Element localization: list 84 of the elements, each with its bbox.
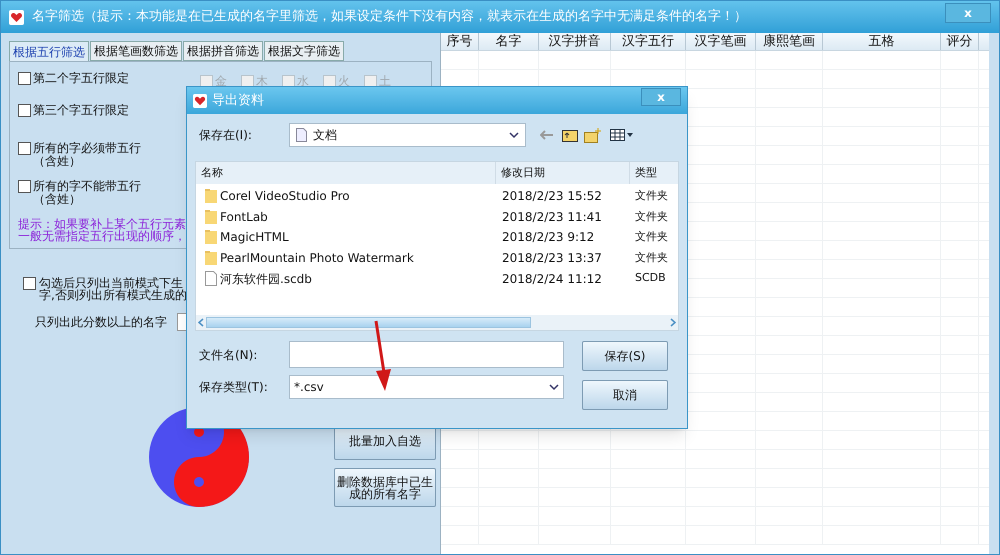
file-name: Corel VideoStudio Pro — [220, 188, 350, 206]
score-label: 只列出此分数以上的名字 — [35, 314, 167, 331]
cancel-button[interactable]: 取消 — [582, 380, 668, 410]
file-row[interactable]: 河东软件园.scdb 2018/2/24 11:12 SCDB — [196, 268, 678, 289]
file-date: 2018/2/23 9:12 — [501, 229, 596, 246]
window-title: 名字筛选（提示：本功能是在已生成的名字里筛选，如果设定条件下没有内容，就表示在生成的名字中无满足条件的名字！） — [32, 8, 747, 26]
save-in-label: 保存在(I): — [199, 127, 253, 144]
file-type: 文件夹 — [634, 188, 669, 204]
filetype-dropdown[interactable]: *.csv — [289, 375, 564, 399]
checkbox-label: 第三个字五行限定 — [33, 104, 130, 117]
checkbox[interactable] — [23, 277, 36, 290]
new-folder-icon[interactable] — [584, 128, 602, 142]
folder-icon — [205, 251, 217, 266]
scroll-right-icon[interactable] — [670, 318, 676, 327]
save-in-dropdown[interactable]: 文档 — [289, 123, 526, 147]
file-type: 文件夹 — [634, 208, 669, 225]
checkbox[interactable] — [18, 142, 31, 155]
file-type: 文件夹 — [634, 250, 669, 266]
checkbox-label: 所有的字不能带五行（含姓） — [33, 180, 142, 206]
file-row[interactable]: FontLab 2018/2/23 11:41 文件夹 — [196, 206, 678, 228]
document-icon — [296, 128, 307, 142]
view-menu-icon[interactable] — [610, 129, 634, 141]
tab[interactable]: 根据拼音筛选 — [183, 41, 263, 61]
tab[interactable]: 根据笔画数筛选 — [90, 41, 182, 61]
column-header[interactable]: 康熙笔画 — [756, 33, 824, 50]
filename-field[interactable] — [289, 341, 564, 368]
tip-text: 提示：如果要补上某个五行元素 — [18, 218, 186, 230]
column-header[interactable]: 汉字五行 — [611, 33, 686, 50]
file-row[interactable]: MagicHTML 2018/2/23 9:12 文件夹 — [196, 227, 678, 248]
column-header[interactable]: 汉字笔画 — [686, 33, 756, 50]
checkbox-label: 勾选后只列出当前模式下生 — [39, 277, 183, 289]
tab[interactable]: 根据文字筛选 — [264, 41, 344, 61]
file-date: 2018/2/24 11:12 — [501, 270, 603, 288]
element-label: 火 — [338, 73, 350, 90]
folder-icon — [205, 230, 217, 244]
column-header[interactable]: 修改日期 — [496, 162, 630, 184]
checkbox[interactable] — [18, 180, 31, 193]
file-name: FontLab — [220, 208, 268, 226]
element-label: 金 — [215, 73, 227, 90]
folder-up-icon[interactable] — [562, 128, 578, 142]
file-name: 河东软件园.scdb — [220, 270, 312, 288]
checkbox-label: 所有的字必须带五行（含姓） — [33, 142, 142, 168]
file-type: SCDB — [634, 270, 667, 286]
file-icon — [205, 271, 217, 286]
element-label: 木 — [256, 73, 268, 90]
tab[interactable]: 根据五行筛选 — [9, 41, 89, 61]
horizontal-scrollbar[interactable] — [196, 315, 678, 330]
checkbox[interactable] — [18, 104, 31, 117]
filename-label: 文件名(N): — [199, 346, 258, 364]
save-button[interactable]: 保存(S) — [582, 341, 668, 371]
tip-text: 一般无需指定五行出现的顺序， — [18, 230, 186, 242]
file-row[interactable]: PearlMountain Photo Watermark 2018/2/23 13:37 文件夹 — [196, 248, 678, 268]
back-arrow-icon[interactable] — [540, 130, 554, 140]
folder-icon — [205, 189, 217, 204]
action-button[interactable]: 删除数据库中已生成的所有名字 — [334, 468, 436, 507]
filetype-value: *.csv — [294, 379, 324, 396]
column-header[interactable]: 类型 — [630, 162, 676, 184]
checkbox[interactable] — [18, 72, 31, 85]
file-row[interactable]: Corel VideoStudio Pro 2018/2/23 15:52 文件夹 — [196, 186, 678, 207]
file-name: MagicHTML — [220, 229, 289, 246]
file-date: 2018/2/23 15:52 — [501, 188, 603, 206]
folder-icon — [205, 210, 217, 224]
column-header[interactable]: 名称 — [196, 162, 496, 184]
scroll-left-icon[interactable] — [198, 318, 204, 327]
chevron-down-icon — [509, 132, 519, 138]
filetype-label: 保存类型(T): — [199, 379, 269, 396]
column-header[interactable]: 评分 — [941, 33, 980, 50]
heart-icon — [193, 94, 207, 108]
file-date: 2018/2/23 13:37 — [501, 250, 603, 268]
element-label: 水 — [297, 73, 309, 90]
file-type: 文件夹 — [634, 229, 669, 246]
heart-icon — [9, 10, 24, 24]
checkbox-label: 字,否则列出所有模式生成的 — [39, 289, 187, 301]
column-header[interactable]: 汉字拼音 — [539, 33, 612, 50]
chevron-down-icon — [549, 384, 559, 390]
column-header[interactable]: 五格 — [823, 33, 942, 50]
column-header[interactable]: 名字 — [479, 33, 540, 50]
dialog-title: 导出资料 — [212, 92, 264, 110]
column-header[interactable]: 序号 — [441, 33, 480, 50]
file-name: PearlMountain Photo Watermark — [220, 250, 414, 268]
save-in-value: 文档 — [313, 127, 337, 144]
element-label: 土 — [379, 73, 391, 90]
file-date: 2018/2/23 11:41 — [501, 208, 603, 226]
checkbox-label: 第二个字五行限定 — [33, 72, 130, 85]
